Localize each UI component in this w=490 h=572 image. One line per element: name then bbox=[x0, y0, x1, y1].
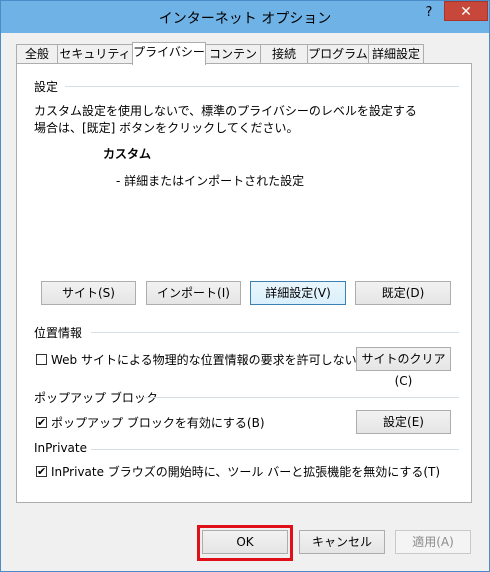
inprivate-checkbox-label[interactable]: InPrivate ブラウズの開始時に、ツール バーと拡張機能を無効にする(T) bbox=[51, 463, 440, 480]
inprivate-group-label: InPrivate bbox=[34, 441, 87, 455]
apply-button[interactable]: 適用(A) bbox=[395, 530, 471, 554]
settings-divider bbox=[65, 86, 459, 87]
location-group-label: 位置情報 bbox=[34, 326, 83, 340]
tab-advanced[interactable]: 詳細設定 bbox=[368, 44, 424, 63]
dialog-client-area: 全般 セキュリティ プライバシー コンテンツ 接続 プログラム 詳細設定 設定 … bbox=[7, 33, 483, 567]
tab-privacy[interactable]: プライバシー bbox=[132, 42, 206, 65]
title-bar[interactable]: インターネット オプション ? ✕ bbox=[1, 1, 489, 33]
advanced-settings-button[interactable]: 詳細設定(V) bbox=[250, 281, 346, 305]
help-icon[interactable]: ? bbox=[419, 4, 439, 22]
location-divider bbox=[91, 332, 459, 333]
ok-highlight-frame bbox=[197, 525, 293, 561]
tab-programs[interactable]: プログラム bbox=[307, 44, 369, 63]
popup-checkbox[interactable]: ✔ bbox=[36, 417, 47, 428]
settings-description-line2: 場合は、[既定] ボタンをクリックしてください。 bbox=[34, 121, 299, 135]
settings-description-line1: カスタム設定を使用しないで、標準のプライバシーのレベルを設定する bbox=[34, 104, 417, 118]
inprivate-checkbox[interactable]: ✔ bbox=[36, 466, 47, 477]
privacy-tab-panel: 設定 カスタム設定を使用しないで、標準のプライバシーのレベルを設定する 場合は、… bbox=[16, 63, 472, 503]
inprivate-divider bbox=[91, 449, 459, 450]
cancel-button[interactable]: キャンセル bbox=[299, 530, 385, 554]
tab-security[interactable]: セキュリティ bbox=[57, 44, 133, 63]
clear-sites-button[interactable]: サイトのクリア(C) bbox=[356, 347, 451, 388]
popup-checkbox-label[interactable]: ポップアップ ブロックを有効にする(B) bbox=[51, 414, 265, 431]
privacy-level-name: カスタム bbox=[103, 147, 152, 161]
popup-divider bbox=[143, 397, 459, 398]
internet-options-window: インターネット オプション ? ✕ 全般 セキュリティ プライバシー コンテンツ… bbox=[0, 0, 490, 572]
popup-group-label: ポップアップ ブロック bbox=[34, 391, 158, 405]
tab-general[interactable]: 全般 bbox=[16, 44, 58, 63]
popup-settings-button[interactable]: 設定(E) bbox=[356, 410, 451, 434]
default-button[interactable]: 既定(D) bbox=[355, 281, 451, 305]
close-icon[interactable]: ✕ bbox=[444, 1, 488, 21]
window-title: インターネット オプション bbox=[158, 11, 332, 27]
location-checkbox[interactable] bbox=[36, 354, 47, 365]
sites-button[interactable]: サイト(S) bbox=[41, 281, 136, 305]
location-checkbox-label[interactable]: Web サイトによる物理的な位置情報の要求を許可しない(L) bbox=[51, 351, 373, 368]
privacy-level-detail: - 詳細またはインポートされた設定 bbox=[116, 174, 305, 188]
import-button[interactable]: インポート(I) bbox=[146, 281, 241, 305]
tab-connections[interactable]: 接続 bbox=[260, 44, 308, 63]
tab-content[interactable]: コンテンツ bbox=[205, 44, 261, 79]
settings-group-label: 設定 bbox=[34, 80, 59, 94]
